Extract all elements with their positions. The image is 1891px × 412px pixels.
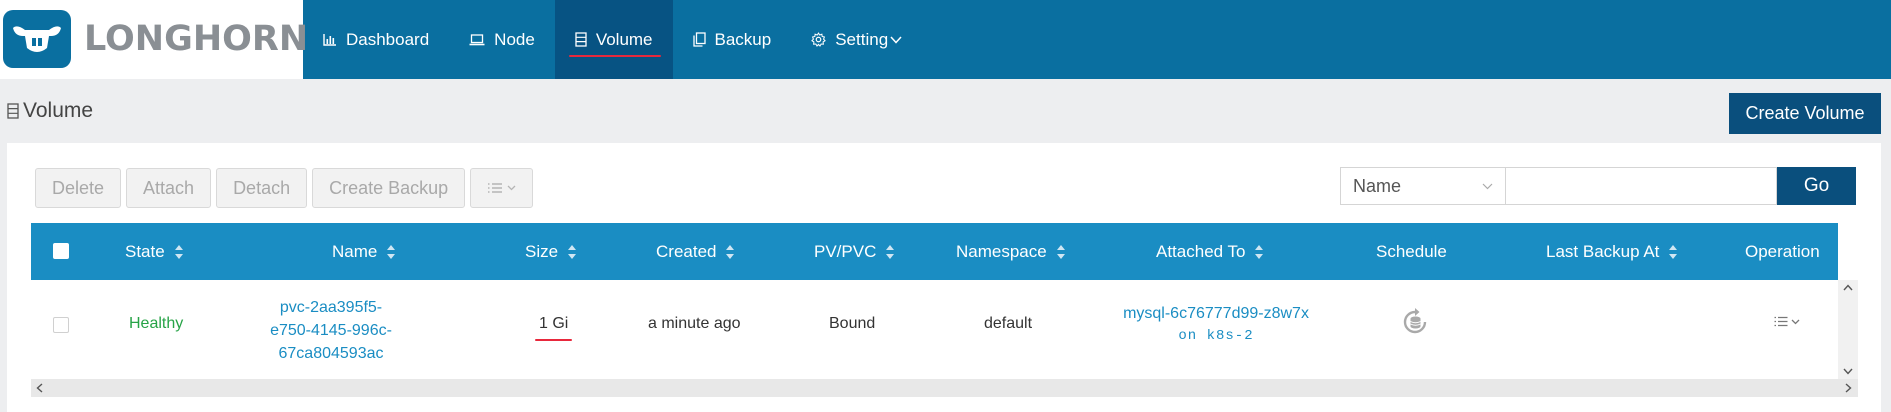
size-underline [535, 339, 573, 341]
sort-icon [387, 244, 396, 259]
header-size-label: Size [525, 241, 559, 261]
sort-icon [726, 244, 735, 259]
sort-icon [1669, 244, 1678, 259]
select-all-checkbox[interactable] [53, 243, 69, 259]
nav-node-label: Node [494, 29, 535, 49]
list-menu-icon [1774, 316, 1788, 327]
longhorn-logo [3, 10, 71, 68]
header-operation: Operation [1745, 223, 1820, 280]
row-namespace: default [984, 315, 1033, 332]
sort-icon [174, 244, 183, 259]
header-operation-label: Operation [1745, 241, 1820, 261]
header-attached-label: Attached To [1156, 241, 1246, 261]
laptop-icon [469, 33, 485, 45]
sort-icon [886, 244, 895, 259]
attach-button[interactable]: Attach [126, 168, 212, 208]
row-state: Healthy [129, 315, 184, 332]
header-attached-to[interactable]: Attached To [1156, 223, 1264, 280]
database-list-icon [575, 32, 587, 47]
header-size[interactable]: Size [525, 223, 577, 280]
row-attached-to: mysql-6c76777d99-z8w7x on k8s-2 [1091, 303, 1341, 347]
header-last-backup[interactable]: Last Backup At [1546, 223, 1678, 280]
list-menu-icon [488, 183, 503, 193]
table-header: State Name Size Created PV/PVC Namespace… [31, 223, 1838, 280]
sort-icon [568, 244, 577, 259]
header-pvpvc[interactable]: PV/PVC [814, 223, 895, 280]
header-created[interactable]: Created [656, 223, 735, 280]
gear-icon [811, 32, 827, 47]
header-state[interactable]: State [125, 223, 184, 280]
nav-setting[interactable]: Setting [791, 0, 931, 79]
search-field-select[interactable]: Name [1340, 167, 1506, 205]
brand[interactable]: LONGHORN [0, 0, 308, 79]
nav-backup-label: Backup [714, 29, 772, 49]
row-size: 1 Gi [535, 315, 573, 341]
nav-volume-label: Volume [595, 29, 653, 49]
page-title: Volume [7, 99, 93, 123]
header-created-label: Created [656, 241, 717, 261]
row-created: a minute ago [648, 315, 741, 332]
row-checkbox[interactable] [53, 317, 69, 333]
database-list-icon [7, 103, 19, 119]
volume-name-link[interactable]: pvc-2aa395f5- e750-4145-996c- 67ca804593… [261, 296, 401, 365]
search-field-value: Name [1353, 175, 1402, 196]
header-state-label: State [125, 241, 165, 261]
create-volume-button[interactable]: Create Volume [1729, 93, 1881, 134]
nav-node[interactable]: Node [449, 0, 555, 79]
table-row: Healthy pvc-2aa395f5- e750-4145-996c- 67… [31, 280, 1838, 379]
chevron-down-icon [890, 35, 902, 44]
horizontal-scrollbar[interactable] [31, 379, 1858, 397]
attached-workload-link[interactable]: mysql-6c76777d99-z8w7x [1091, 303, 1341, 325]
chevron-down-icon [1482, 183, 1493, 189]
vertical-scrollbar[interactable] [1838, 280, 1858, 379]
bar-chart-icon [323, 34, 336, 46]
volume-panel: Delete Attach Detach Create Backup Name … [7, 143, 1881, 412]
volume-name-line: e750-4145-996c- [270, 322, 392, 339]
brand-name: LONGHORN [84, 19, 309, 59]
recurring-backup-icon[interactable] [1399, 306, 1431, 343]
header-namespace[interactable]: Namespace [956, 223, 1066, 280]
go-button[interactable]: Go [1777, 167, 1856, 205]
header-name-label: Name [332, 241, 378, 261]
chevron-down-icon [1843, 368, 1853, 375]
header-name[interactable]: Name [332, 223, 396, 280]
sort-icon [1056, 244, 1065, 259]
chevron-left-icon [36, 383, 43, 393]
chevron-up-icon [1843, 284, 1853, 291]
action-toolbar: Delete Attach Detach Create Backup [35, 168, 534, 208]
nav-dashboard-label: Dashboard [346, 29, 430, 49]
row-size-value: 1 Gi [539, 315, 569, 332]
search-bar: Name Go [1340, 167, 1856, 205]
top-header: LONGHORN Dashboard Node Volume Backup Se… [0, 0, 1891, 79]
volume-name-line: 67ca804593ac [278, 345, 384, 362]
header-namespace-label: Namespace [956, 241, 1047, 261]
delete-button[interactable]: Delete [35, 168, 122, 208]
detach-button[interactable]: Detach [216, 168, 308, 208]
header-schedule: Schedule [1376, 223, 1447, 280]
nav-backup[interactable]: Backup [673, 0, 792, 79]
row-operation-menu[interactable] [1774, 316, 1800, 327]
row-pvpvc: Bound [829, 315, 876, 332]
sort-icon [1255, 244, 1264, 259]
bulk-actions-menu-button[interactable] [470, 168, 534, 208]
chevron-down-icon [507, 185, 516, 191]
copy-icon [692, 32, 706, 47]
nav-dashboard[interactable]: Dashboard [303, 0, 449, 79]
volume-name-line: pvc-2aa395f5- [279, 299, 383, 316]
attached-node-text: on k8s-2 [1178, 328, 1254, 344]
main-nav: Dashboard Node Volume Backup Setting [303, 0, 931, 79]
create-backup-button[interactable]: Create Backup [312, 168, 466, 208]
header-last-backup-label: Last Backup At [1546, 241, 1660, 261]
chevron-down-icon [1791, 319, 1800, 324]
chevron-right-icon [1845, 383, 1852, 393]
nav-setting-label: Setting [835, 29, 889, 49]
header-schedule-label: Schedule [1376, 241, 1447, 261]
nav-volume[interactable]: Volume [554, 0, 673, 79]
page-title-text: Volume [23, 99, 94, 122]
search-input[interactable] [1506, 167, 1777, 205]
header-pvpvc-label: PV/PVC [814, 241, 877, 261]
